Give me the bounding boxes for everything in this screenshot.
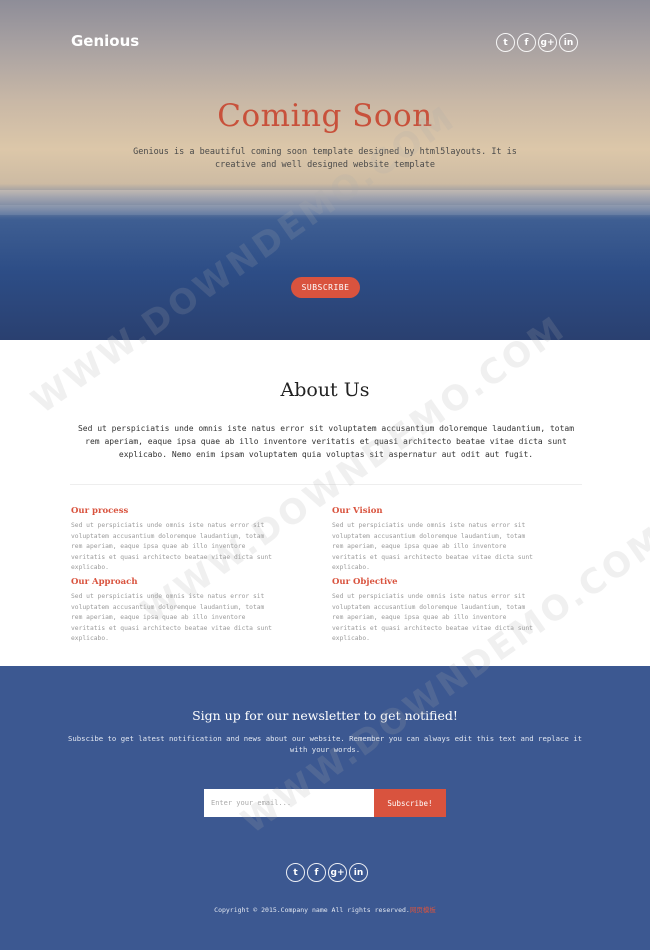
linkedin-icon[interactable]: in [559,33,578,52]
feature-title: Our process [71,506,129,516]
google-plus-icon[interactable]: g+ [538,33,557,52]
feature-title: Our Objective [332,577,398,587]
copyright: Copyright © 2015.Company name All rights… [0,904,650,914]
copyright-text: Copyright © 2015.Company name All rights… [214,906,410,914]
site-logo[interactable]: Genious [71,32,139,50]
about-title: About Us [280,379,370,401]
newsletter-subscribe-button[interactable]: Subscribe! [374,789,446,817]
footer-social-links: t f g+ in [286,863,368,882]
feature-title: Our Vision [332,506,383,516]
footer-link[interactable]: 网页模板 [410,906,436,914]
facebook-icon[interactable]: f [517,33,536,52]
hero-title: Coming Soon [217,98,433,134]
feature-our-approach: Our Approach Sed ut perspiciatis unde om… [71,577,276,645]
newsletter-title: Sign up for our newsletter to get notifi… [192,708,458,723]
feature-text: Sed ut perspiciatis unde omnis iste natu… [71,593,272,642]
subscribe-button[interactable]: SUBSCRIBE [291,277,360,298]
hero-section: Genious t f g+ in Coming Soon Genious is… [0,0,650,340]
feature-title: Our Approach [71,577,138,587]
about-description: Sed ut perspiciatis unde omnis iste natu… [77,424,575,459]
feature-our-vision: Our Vision Sed ut perspiciatis unde omni… [332,506,537,574]
email-input[interactable] [204,789,374,817]
feature-text: Sed ut perspiciatis unde omnis iste natu… [332,522,533,571]
section-divider [70,484,582,485]
twitter-icon[interactable]: t [286,863,305,882]
header-social-links: t f g+ in [496,33,578,52]
feature-text: Sed ut perspiciatis unde omnis iste natu… [71,522,272,571]
google-plus-icon[interactable]: g+ [328,863,347,882]
feature-text: Sed ut perspiciatis unde omnis iste natu… [332,593,533,642]
facebook-icon[interactable]: f [307,863,326,882]
newsletter-section: Sign up for our newsletter to get notifi… [0,666,650,950]
feature-our-process: Our process Sed ut perspiciatis unde omn… [71,506,276,574]
twitter-icon[interactable]: t [496,33,515,52]
horizon-shimmer [0,205,650,215]
hero-description: Genious is a beautiful coming soon templ… [133,147,517,170]
newsletter-description: Subscibe to get latest notification and … [68,734,582,754]
linkedin-icon[interactable]: in [349,863,368,882]
feature-our-objective: Our Objective Sed ut perspiciatis unde o… [332,577,537,645]
